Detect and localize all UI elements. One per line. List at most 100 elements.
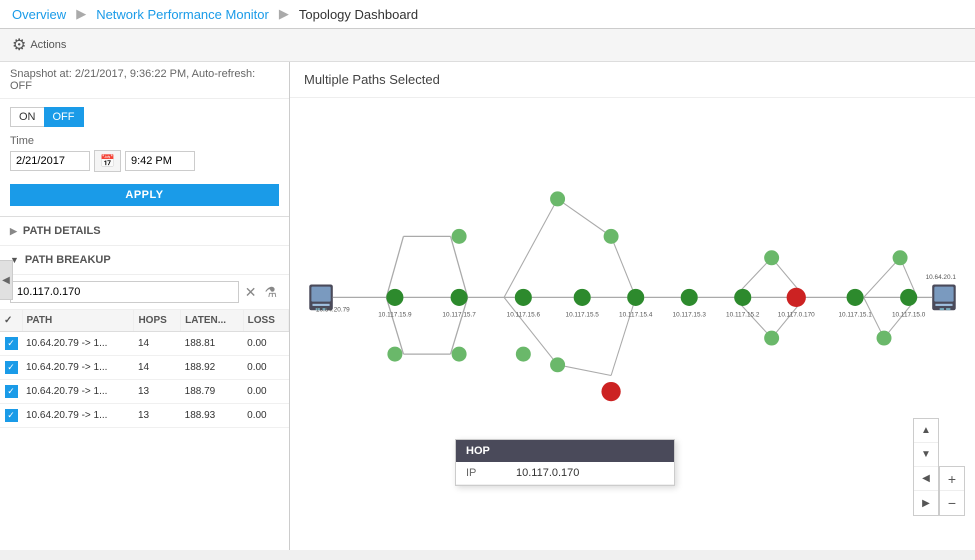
path-breakup-header[interactable]: ▼ PATH BREAKUP	[0, 246, 289, 275]
actions-label: Actions	[30, 39, 66, 51]
zoom-out-button[interactable]: −	[940, 491, 964, 515]
node-green-2[interactable]	[451, 289, 468, 306]
hop-tooltip-row: IP 10.117.0.170	[456, 462, 674, 485]
zoom-arrows: ▲ ▼ ◀ ▶	[913, 418, 939, 516]
col-hops: HOPS	[134, 310, 181, 332]
actions-bar: ⚙ Actions	[0, 29, 975, 62]
toggle-on-button[interactable]: ON	[10, 107, 44, 127]
time-input[interactable]	[125, 151, 195, 171]
path-details-label: PATH DETAILS	[23, 225, 101, 237]
svg-text:10.117.15.2: 10.117.15.2	[726, 312, 760, 319]
row-path: 10.64.20.79 -> 1...	[22, 404, 134, 428]
row-hops: 13	[134, 380, 181, 404]
node-lightgreen-4[interactable]	[452, 229, 467, 244]
node-green-5[interactable]	[627, 289, 644, 306]
node-green-1[interactable]	[386, 289, 403, 306]
row-hops: 14	[134, 332, 181, 356]
path-details-arrow: ▶	[10, 226, 17, 237]
topology-area: 10.117.15.9 10.117.15.7 10.117.15.6 10.1…	[290, 98, 975, 546]
filter-icon[interactable]: ⚗	[262, 282, 279, 303]
pan-up-button[interactable]: ▲	[914, 419, 938, 443]
table-row[interactable]: ✓ 10.64.20.79 -> 1... 14 188.92 0.00	[0, 356, 289, 380]
pan-right-button[interactable]: ▶	[914, 491, 938, 515]
svg-text:10.117.15.1: 10.117.15.1	[838, 312, 872, 319]
node-lightgreen-6[interactable]	[604, 229, 619, 244]
time-label: Time	[10, 135, 279, 147]
svg-text:10.64.20.79: 10.64.20.79	[316, 306, 350, 313]
path-table: ✓ PATH HOPS LATEN... LOSS ✓ 10.64.20.79 …	[0, 310, 289, 428]
hop-tooltip-value: 10.117.0.170	[516, 467, 579, 479]
node-lightgreen-11[interactable]	[877, 331, 892, 346]
row-hops: 14	[134, 356, 181, 380]
node-green-3[interactable]	[515, 289, 532, 306]
breadcrumb-app[interactable]: Network Performance Monitor	[96, 7, 269, 22]
hop-tooltip-key: IP	[466, 467, 496, 479]
node-green-9[interactable]	[847, 289, 864, 306]
svg-text:10.117.15.9: 10.117.15.9	[378, 312, 412, 319]
clear-icon[interactable]: ✕	[243, 282, 259, 303]
row-checkbox[interactable]: ✓	[0, 356, 22, 380]
toggle-row: ON OFF	[0, 99, 289, 131]
panel-collapse-button[interactable]: ◀	[0, 260, 13, 300]
zoom-controls: + −	[939, 466, 965, 516]
search-row: ✕ ⚗	[0, 275, 289, 310]
breadcrumb-overview[interactable]: Overview	[12, 7, 66, 22]
row-hops: 13	[134, 404, 181, 428]
pan-down-button[interactable]: ▼	[914, 443, 938, 467]
col-path: PATH	[22, 310, 134, 332]
node-red-2[interactable]	[601, 382, 620, 401]
node-green-6[interactable]	[681, 289, 698, 306]
node-lightgreen-2[interactable]	[452, 347, 467, 362]
node-lightgreen-5[interactable]	[550, 191, 565, 206]
actions-icon: ⚙	[12, 35, 26, 55]
row-checkbox[interactable]: ✓	[0, 380, 22, 404]
apply-button[interactable]: APPLY	[10, 184, 279, 206]
node-lightgreen-9[interactable]	[764, 331, 779, 346]
col-loss: LOSS	[243, 310, 288, 332]
node-lightgreen-10[interactable]	[893, 250, 908, 265]
row-path: 10.64.20.79 -> 1...	[22, 380, 134, 404]
breadcrumb-page: Topology Dashboard	[299, 7, 418, 22]
left-panel: Snapshot at: 2/21/2017, 9:36:22 PM, Auto…	[0, 62, 290, 550]
svg-text:10.117.0.170: 10.117.0.170	[778, 312, 815, 319]
zoom-in-button[interactable]: +	[940, 467, 964, 491]
row-checkbox[interactable]: ✓	[0, 404, 22, 428]
svg-text:10.64.20.1: 10.64.20.1	[926, 274, 957, 281]
breadcrumb-bar: Overview ▶ Network Performance Monitor ▶…	[0, 0, 975, 29]
row-checkbox[interactable]: ✓	[0, 332, 22, 356]
svg-text:10.117.15.0: 10.117.15.0	[892, 312, 926, 319]
right-panel: Multiple Paths Selected	[290, 62, 975, 550]
time-inputs: 📅	[10, 150, 279, 172]
node-lightgreen-3[interactable]	[516, 347, 531, 362]
path-breakup-label: PATH BREAKUP	[25, 254, 111, 266]
node-green-4[interactable]	[574, 289, 591, 306]
table-row[interactable]: ✓ 10.64.20.79 -> 1... 14 188.81 0.00	[0, 332, 289, 356]
node-green-7[interactable]	[734, 289, 751, 306]
snapshot-text: Snapshot at: 2/21/2017, 9:36:22 PM, Auto…	[10, 68, 255, 92]
path-details-header[interactable]: ▶ PATH DETAILS	[0, 217, 289, 246]
row-path: 10.64.20.79 -> 1...	[22, 356, 134, 380]
svg-text:10.117.15.6: 10.117.15.6	[507, 312, 541, 319]
row-path: 10.64.20.79 -> 1...	[22, 332, 134, 356]
toggle-off-button[interactable]: OFF	[44, 107, 84, 127]
row-latency: 188.93	[181, 404, 243, 428]
node-lightgreen-1[interactable]	[387, 347, 402, 362]
hop-tooltip: HOP IP 10.117.0.170	[455, 439, 675, 486]
row-loss: 0.00	[243, 332, 288, 356]
table-row[interactable]: ✓ 10.64.20.79 -> 1... 13 188.93 0.00	[0, 404, 289, 428]
svg-text:10.117.15.3: 10.117.15.3	[673, 312, 707, 319]
date-input[interactable]	[10, 151, 90, 171]
node-lightgreen-8[interactable]	[764, 250, 779, 265]
breadcrumb-arrow-1: ▶	[76, 6, 86, 22]
col-check: ✓	[0, 310, 22, 332]
pan-left-button[interactable]: ◀	[914, 467, 938, 491]
topology-title: Multiple Paths Selected	[290, 62, 975, 98]
node-green-10[interactable]	[900, 289, 917, 306]
path-search-input[interactable]	[10, 281, 239, 303]
row-loss: 0.00	[243, 356, 288, 380]
table-row[interactable]: ✓ 10.64.20.79 -> 1... 13 188.79 0.00	[0, 380, 289, 404]
calendar-button[interactable]: 📅	[94, 150, 121, 172]
col-latency: LATEN...	[181, 310, 243, 332]
node-red-1[interactable]	[787, 288, 806, 307]
node-lightgreen-7[interactable]	[550, 357, 565, 372]
